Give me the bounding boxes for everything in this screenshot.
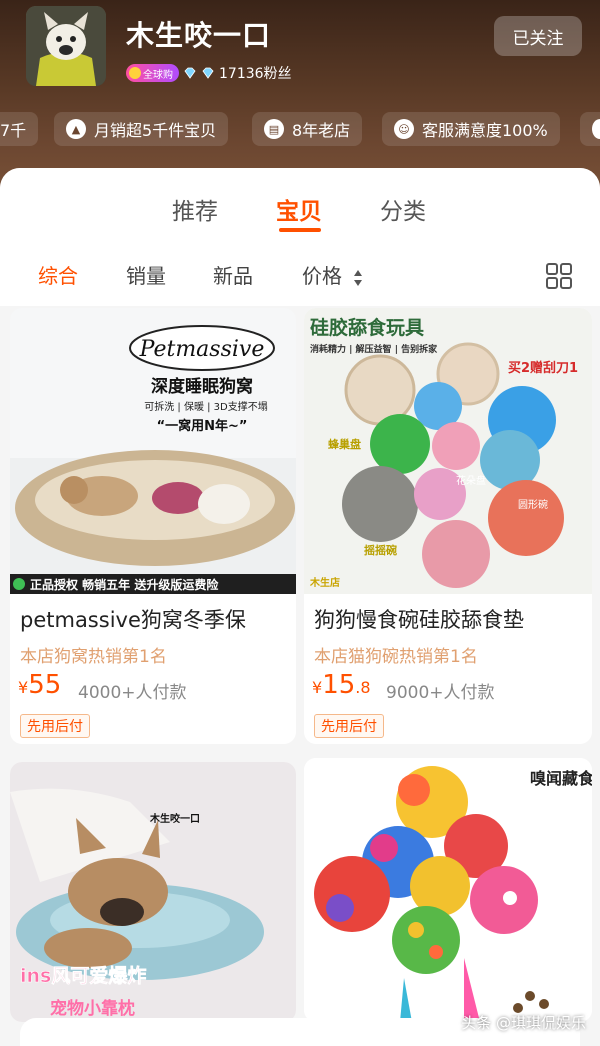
- product-card[interactable]: 嗅闻藏食球: [304, 758, 592, 1022]
- product-image: 木生咬一口 ins风可爱爆炸 宠物小靠枕: [10, 762, 296, 1022]
- image-features: 消耗精力 | 解压益智 | 告别拆家: [310, 343, 438, 355]
- dog-avatar-icon: [26, 6, 106, 86]
- tag-label: 客服满意度100%: [422, 121, 548, 140]
- global-buy-badge: 全球购: [126, 64, 179, 82]
- product-title: petmassive狗窝冬季保: [20, 608, 246, 632]
- shop-tags: 7千 ▲ 月销超5千件宝贝 ▤ 8年老店 ☺ 客服满意度100%: [0, 112, 600, 146]
- sort-price-label: 价格: [302, 264, 342, 288]
- global-buy-label: 全球购: [143, 69, 173, 81]
- watermark: 头条 @琪琪侃娱乐: [461, 1014, 586, 1032]
- image-slogan: “一窝用N年~”: [157, 418, 248, 434]
- image-label: 摇摇碗: [364, 543, 397, 557]
- tag-partial[interactable]: 7千: [0, 112, 39, 146]
- global-icon: [129, 67, 141, 79]
- tag-partial[interactable]: [580, 112, 600, 146]
- image-headline: ins风可爱爆炸: [20, 964, 146, 987]
- image-headline: 硅胶舔食玩具: [310, 316, 424, 339]
- product-price: ¥15.8: [312, 670, 371, 700]
- image-subline: 宠物小靠枕: [50, 998, 135, 1019]
- smile-icon: ☺: [394, 119, 414, 139]
- arrow-up-icon: ▲: [66, 119, 86, 139]
- product-card[interactable]: Petmassive 深度睡眠狗窝 可拆洗 | 保暖 | 3D支撑不塌 “一窝用…: [10, 308, 296, 744]
- paid-count: 9000+人付款: [386, 683, 495, 703]
- price-decimal: .8: [355, 678, 371, 697]
- tag-label: 8年老店: [292, 121, 351, 140]
- brand-logo: Petmassive: [139, 337, 265, 362]
- product-price: ¥55: [18, 670, 61, 700]
- product-image: 硅胶舔食玩具 消耗精力 | 解压益智 | 告别拆家 买2赠刮刀1 蜂巢盘 花朵盘…: [304, 308, 592, 594]
- tag-service[interactable]: ☺ 客服满意度100%: [382, 112, 560, 146]
- image-headline: 深度睡眠狗窝: [151, 376, 253, 397]
- currency: ¥: [18, 678, 29, 697]
- currency: ¥: [312, 678, 323, 697]
- product-title: 狗狗慢食碗硅胶舔食垫: [314, 608, 524, 632]
- follow-button[interactable]: 已关注: [494, 16, 582, 56]
- tag-icon: [592, 119, 600, 139]
- paid-count: 4000+人付款: [78, 683, 187, 703]
- sort-price[interactable]: 价格: [302, 260, 364, 289]
- store-icon: ▤: [264, 119, 284, 139]
- image-banner: 正品授权 畅销五年 送升级版运费险: [30, 577, 219, 592]
- image-promo: 买2赠刮刀1: [508, 360, 578, 376]
- shop-avatar[interactable]: [26, 6, 106, 86]
- sort-new[interactable]: 新品: [213, 260, 253, 289]
- sort-arrows-icon: [354, 269, 363, 286]
- product-subtitle: 本店狗窝热销第1名: [20, 647, 167, 667]
- diamond-icon: [202, 67, 214, 79]
- image-label: 蜂巢盘: [328, 437, 361, 451]
- fans-count: 17136粉丝: [219, 66, 292, 82]
- tab-products[interactable]: 宝贝: [276, 192, 322, 226]
- tag-shop-age[interactable]: ▤ 8年老店: [252, 112, 363, 146]
- tabs-area: 推荐 宝贝 分类 综合 销量 新品 价格: [0, 168, 600, 306]
- tag-label: 7千: [0, 121, 27, 140]
- product-card[interactable]: 硅胶舔食玩具 消耗精力 | 解压益智 | 告别拆家 买2赠刮刀1 蜂巢盘 花朵盘…: [304, 308, 592, 744]
- sort-overall[interactable]: 综合: [38, 260, 78, 289]
- product-image: 嗅闻藏食球: [304, 758, 592, 1022]
- image-label: 花朵盘: [456, 474, 486, 487]
- pay-later-tag: 先用后付: [20, 714, 90, 738]
- product-card[interactable]: 木生咬一口 ins风可爱爆炸 宠物小靠枕: [10, 762, 296, 1022]
- shop-name: 木生咬一口: [126, 19, 272, 52]
- tab-categories[interactable]: 分类: [380, 192, 426, 226]
- pay-later-tag: 先用后付: [314, 714, 384, 738]
- image-headline: 嗅闻藏食球: [530, 769, 592, 788]
- shop-meta: 全球购 17136粉丝: [126, 62, 292, 84]
- image-features: 可拆洗 | 保暖 | 3D支撑不塌: [144, 400, 268, 413]
- active-tab-indicator: [279, 228, 321, 232]
- sort-sales[interactable]: 销量: [126, 260, 166, 289]
- tab-recommend[interactable]: 推荐: [172, 192, 218, 226]
- product-image: Petmassive 深度睡眠狗窝 可拆洗 | 保暖 | 3D支撑不塌 “一窝用…: [10, 308, 296, 594]
- tag-monthly-sales[interactable]: ▲ 月销超5千件宝贝: [54, 112, 229, 146]
- price-main: 55: [28, 670, 62, 700]
- image-shop: 木生店: [309, 576, 340, 589]
- product-subtitle: 本店猫狗碗热销第1名: [314, 647, 478, 667]
- grid-view-icon[interactable]: [546, 263, 572, 289]
- diamond-icon: [184, 67, 196, 79]
- price-main: 15: [322, 670, 356, 700]
- tag-label: 月销超5千件宝贝: [94, 121, 217, 140]
- image-label: 圆形碗: [518, 498, 548, 511]
